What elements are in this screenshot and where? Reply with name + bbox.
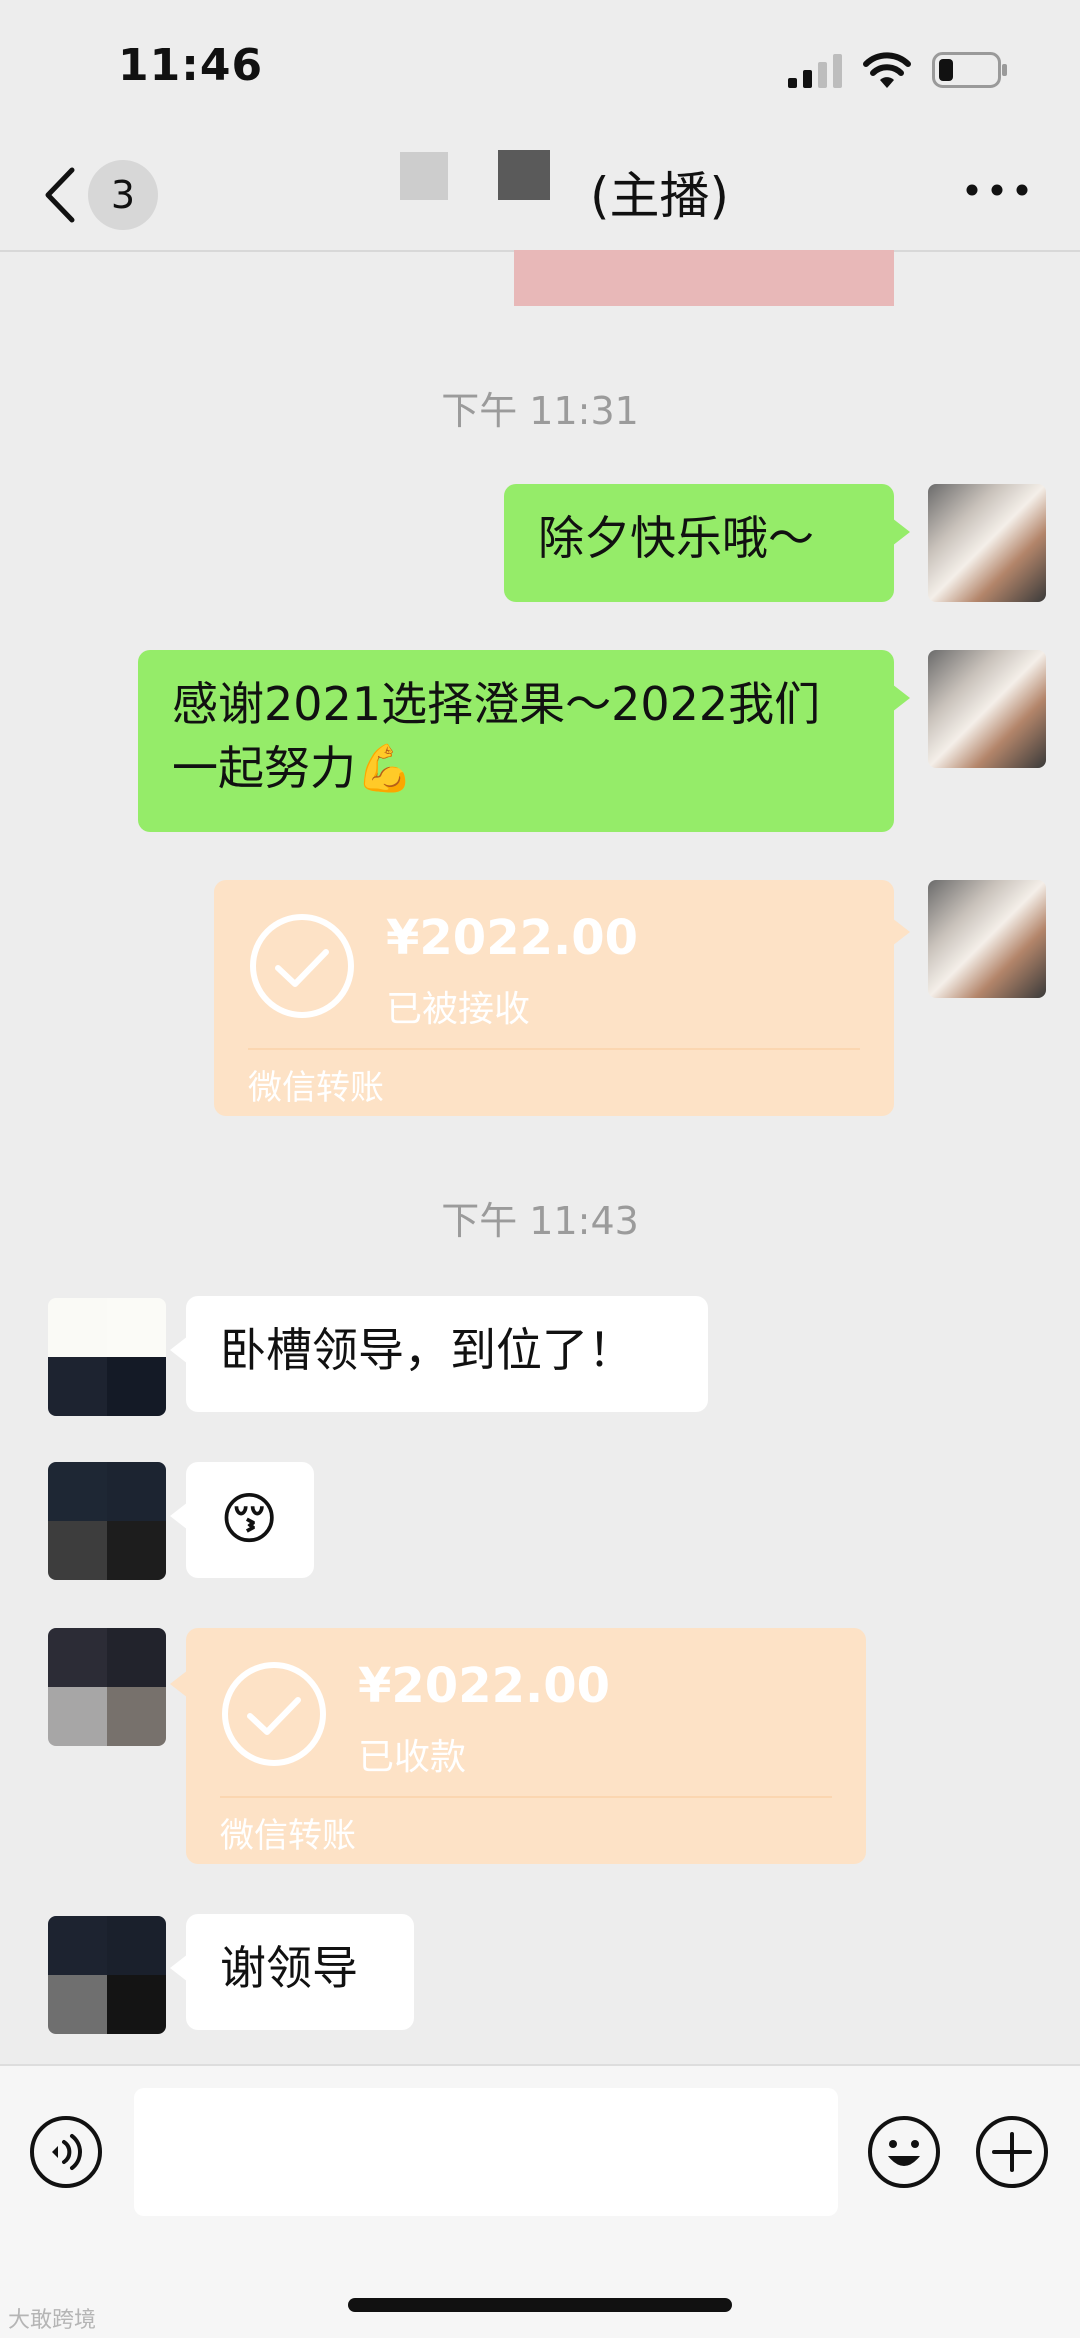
emoji-face-icon[interactable]	[866, 2114, 942, 2190]
transfer-card-received[interactable]: ¥2022.00 已收款 微信转账	[170, 1628, 866, 1864]
check-circle-icon	[222, 1662, 326, 1766]
received-message-bubble[interactable]: 谢领导	[170, 1914, 414, 2030]
divider	[220, 1796, 832, 1798]
chat-title: (主播)	[590, 167, 730, 225]
contact-avatar[interactable]	[48, 1462, 166, 1580]
transfer-card-sent[interactable]: ¥2022.00 已被接收 微信转账	[214, 880, 910, 1116]
redacted-name-block	[400, 152, 448, 200]
timestamp: 下午 11:43	[441, 1199, 639, 1243]
previous-image-message[interactable]	[514, 250, 894, 306]
transfer-amount: ¥2022.00	[386, 910, 639, 966]
status-time: 11:46	[118, 40, 264, 91]
my-avatar[interactable]	[928, 880, 1046, 998]
my-avatar[interactable]	[928, 484, 1046, 602]
transfer-status: 已收款	[358, 1737, 467, 1778]
back-chevron-icon[interactable]	[42, 166, 76, 224]
contact-avatar[interactable]	[48, 1916, 166, 2034]
wifi-icon	[863, 52, 911, 88]
redacted-name-block	[498, 150, 550, 200]
watermark: 大敢跨境	[8, 2308, 97, 2333]
voice-icon[interactable]	[28, 2114, 104, 2190]
battery-icon	[932, 52, 1007, 88]
contact-avatar[interactable]	[48, 1298, 166, 1416]
cellular-signal-icon	[788, 54, 842, 88]
transfer-label: 微信转账	[220, 1816, 356, 1856]
divider	[248, 1048, 860, 1050]
sent-message-bubble[interactable]: 除夕快乐哦～	[504, 484, 910, 602]
unread-count-badge[interactable]: 3	[88, 160, 158, 230]
message-input[interactable]	[134, 2088, 838, 2216]
my-avatar[interactable]	[928, 650, 1046, 768]
transfer-status: 已被接收	[386, 989, 531, 1030]
check-circle-icon	[250, 914, 354, 1018]
transfer-amount: ¥2022.00	[358, 1658, 611, 1714]
received-emoji-bubble[interactable]: 😚	[170, 1462, 314, 1578]
plus-icon[interactable]	[974, 2114, 1050, 2190]
sent-message-bubble[interactable]: 感谢2021选择澄果～2022我们一起努力💪	[138, 650, 910, 832]
timestamp: 下午 11:31	[441, 389, 639, 433]
home-indicator[interactable]	[348, 2298, 732, 2312]
contact-avatar[interactable]	[48, 1628, 166, 1746]
transfer-label: 微信转账	[248, 1068, 384, 1108]
more-dots-icon[interactable]	[962, 170, 1032, 210]
received-message-bubble[interactable]: 卧槽领导，到位了！	[170, 1296, 708, 1412]
